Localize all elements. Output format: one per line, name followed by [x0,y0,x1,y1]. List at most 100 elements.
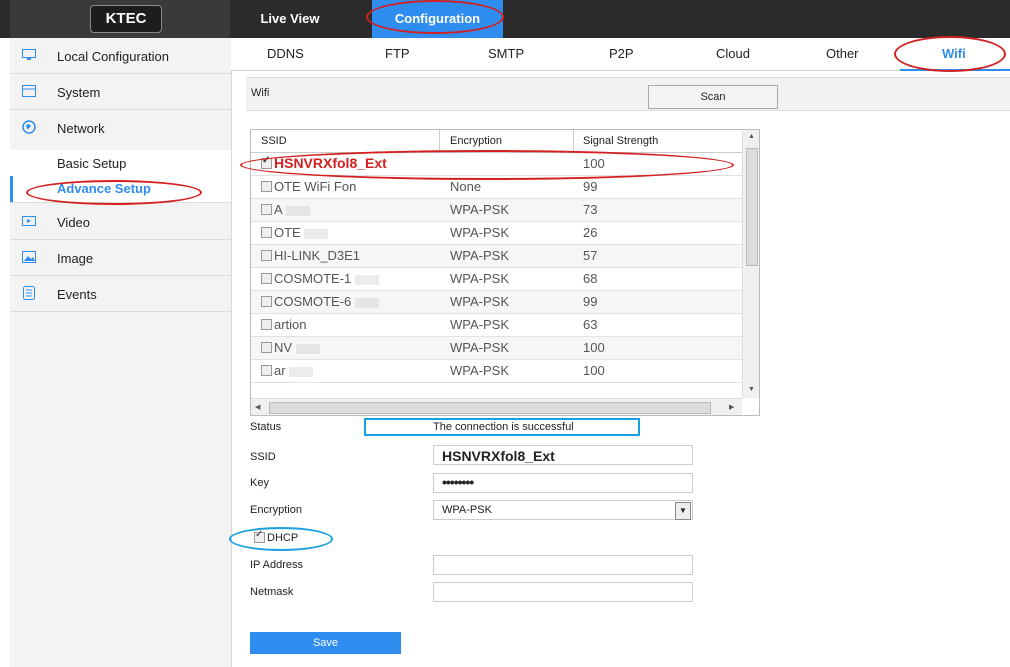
encryption-cell: None [450,179,482,194]
signal-cell: 100 [583,340,605,355]
row-checkbox[interactable] [261,342,272,354]
row-checkbox[interactable] [261,250,272,262]
video-icon [22,216,36,226]
save-button[interactable]: Save [250,632,401,654]
wifi-network-table: SSID Encryption Signal Strength HSNVRXfo… [250,129,760,416]
tab-smtp[interactable]: SMTP [488,46,524,61]
ssid-cell: HSNVRXfol8_Ext [261,155,387,171]
system-icon [22,85,36,97]
table-row[interactable]: COSMOTE-6 WPA-PSK 99 [251,291,742,314]
row-checkbox[interactable] [261,365,272,377]
column-header-signal[interactable]: Signal Strength [583,135,658,147]
ssid-text: ar [274,363,286,378]
table-row[interactable]: HSNVRXfol8_Ext 100 [251,153,742,176]
tab-ftp[interactable]: FTP [385,46,410,61]
ssid-text: COSMOTE-6 [274,294,352,309]
table-row[interactable]: COSMOTE-1 WPA-PSK 68 [251,268,742,291]
ssid-text: OTE [274,225,301,240]
nav-live-view[interactable]: Live View [232,0,348,38]
row-checkbox[interactable] [261,204,272,216]
table-row[interactable]: ar WPA-PSK 100 [251,360,742,383]
ssid-text: COSMOTE-1 [274,271,352,286]
redacted-text [354,274,379,285]
column-divider [439,130,440,152]
dhcp-checkbox[interactable]: DHCP [254,529,299,544]
sidebar-item-label: Advance Setup [57,181,151,196]
table-row[interactable]: artion WPA-PSK 63 [251,314,742,337]
ip-address-field[interactable] [433,555,693,575]
top-bar: KTEC Live View Configuration [0,0,1010,38]
table-row[interactable]: A WPA-PSK 73 [251,199,742,222]
signal-cell: 99 [583,179,598,194]
horizontal-scroll-thumb[interactable] [269,402,711,414]
dhcp-label: DHCP [267,532,299,544]
horizontal-scrollbar[interactable]: ◀ ▶ [251,398,742,415]
table-row[interactable]: OTE WPA-PSK 26 [251,222,742,245]
ssid-text: OTE WiFi Fon [274,179,357,194]
tab-wifi[interactable]: Wifi [942,46,966,61]
ssid-label: SSID [250,451,276,463]
scroll-up-icon[interactable]: ▲ [748,133,755,140]
row-checkbox[interactable] [261,181,272,193]
signal-cell: 100 [583,363,605,378]
monitor-icon [22,49,36,60]
table-row[interactable]: HI-LINK_D3E1 WPA-PSK 57 [251,245,742,268]
tab-p2p[interactable]: P2P [609,46,634,61]
row-checkbox[interactable] [261,273,272,285]
ssid-text: NV [274,340,293,355]
encryption-label: Encryption [250,504,302,516]
redacted-text [295,343,320,354]
tab-cloud[interactable]: Cloud [716,46,750,61]
vertical-scrollbar[interactable]: ▲ ▼ [742,130,759,398]
sidebar-item-events[interactable]: Events [10,276,231,312]
main-content: Wifi Scan SSID Encryption Signal Strengt… [231,71,1010,667]
key-field[interactable]: •••••••• [433,473,693,493]
column-header-ssid[interactable]: SSID [261,135,287,147]
sidebar-item-system[interactable]: System [10,74,231,110]
signal-cell: 63 [583,317,598,332]
encryption-select[interactable]: WPA-PSK ▼ [433,500,693,520]
encryption-cell: WPA-PSK [450,317,509,332]
ssid-cell: OTE [261,225,329,240]
ssid-cell: artion [261,317,307,332]
vertical-scroll-thumb[interactable] [746,148,758,266]
sidebar-item-basic-setup[interactable]: Basic Setup [10,150,231,176]
nav-configuration[interactable]: Configuration [372,0,503,38]
row-checkbox[interactable] [261,319,272,331]
sidebar-item-network[interactable]: Network [10,110,231,146]
table-row[interactable]: OTE WiFi Fon None 99 [251,176,742,199]
globe-icon [22,120,36,134]
scan-button[interactable]: Scan [648,85,778,109]
tab-other[interactable]: Other [826,46,859,61]
sidebar-item-image[interactable]: Image [10,240,231,276]
logo-area: KTEC [10,0,230,38]
ssid-cell: COSMOTE-6 [261,294,379,309]
tab-ddns[interactable]: DDNS [267,46,304,61]
scroll-down-icon[interactable]: ▼ [748,386,755,393]
sidebar-item-local-configuration[interactable]: Local Configuration [10,38,231,74]
table-header: SSID Encryption Signal Strength [251,130,742,153]
row-checkbox[interactable] [261,296,272,308]
ip-address-label: IP Address [250,559,303,571]
column-header-encryption[interactable]: Encryption [450,135,502,147]
scroll-left-icon[interactable]: ◀ [255,403,260,411]
checkbox-icon[interactable] [254,529,265,543]
active-indicator [10,176,13,202]
status-value: The connection is successful [433,421,574,433]
sidebar-item-video[interactable]: Video [10,204,231,240]
signal-cell: 99 [583,294,598,309]
key-field-value: •••••••• [442,474,474,490]
wifi-section-label: Wifi [251,87,270,99]
row-checkbox[interactable] [261,227,272,239]
ssid-text: A [274,202,282,217]
scroll-right-icon[interactable]: ▶ [729,403,734,411]
ssid-text: HSNVRXfol8_Ext [274,155,387,171]
signal-cell: 100 [583,156,605,171]
sidebar-item-advance-setup[interactable]: Advance Setup [10,176,231,203]
chevron-down-icon[interactable]: ▼ [675,502,691,520]
row-checkbox[interactable] [261,155,272,169]
ssid-field[interactable]: HSNVRXfol8_Ext [433,445,693,465]
netmask-field[interactable] [433,582,693,602]
table-row[interactable]: NV WPA-PSK 100 [251,337,742,360]
redacted-text [354,297,379,308]
